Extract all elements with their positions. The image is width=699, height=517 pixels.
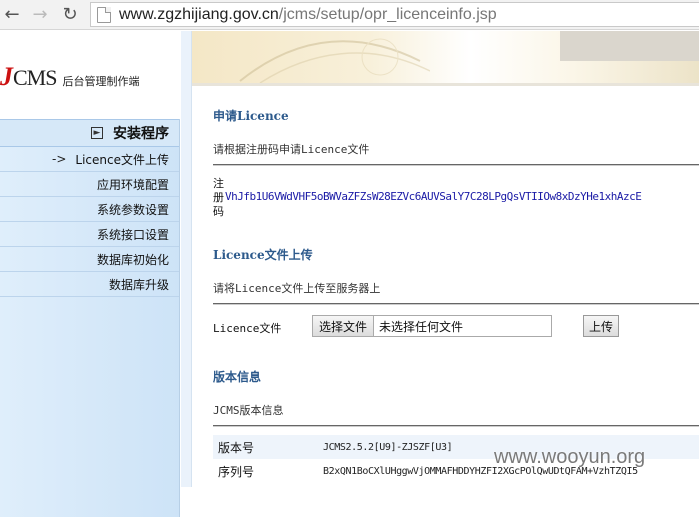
sidebar-separator xyxy=(181,31,192,487)
logo-cms: CMS xyxy=(13,65,57,90)
banner-swirl xyxy=(239,38,430,83)
apply-licence-desc: 请根据注册码申请Licence文件 xyxy=(213,143,370,156)
menu-item-label: 数据库初始化 xyxy=(96,252,169,267)
file-status: 未选择任何文件 xyxy=(379,319,464,334)
menu-heading[interactable]: ► 安装程序 xyxy=(0,119,179,147)
upload-desc: 请将Licence文件上传至服务器上 xyxy=(213,282,381,295)
forward-arrow-icon[interactable]: → xyxy=(28,2,52,26)
registration-code: VhJfb1U6VWdVHF5oBWVaZFZsW28EZVc6AUVSalY7… xyxy=(225,190,642,203)
menu-item-app-env[interactable]: 应用环境配置 xyxy=(0,172,179,197)
menu-item-label: 系统接口设置 xyxy=(96,227,169,242)
menu-item-label: Licence文件上传 xyxy=(75,152,169,167)
back-arrow-icon[interactable]: ← xyxy=(0,2,24,26)
banner-stripe xyxy=(560,31,699,61)
setup-menu: ► 安装程序 -> Licence文件上传 应用环境配置 系统参数设置 系统接口… xyxy=(0,119,180,517)
browser-toolbar: ← → ↻ www.zgzhijiang.gov.cn /jcms/setup/… xyxy=(0,0,699,30)
upload-title: Licence文件上传 xyxy=(213,248,313,262)
logo: J CMS 后台管理制作端 xyxy=(0,62,180,92)
licence-file-input[interactable]: 选择文件 未选择任何文件 xyxy=(312,315,552,337)
reg-code-label-3: 码 xyxy=(213,205,224,218)
choose-file-button[interactable]: 选择文件 xyxy=(313,316,375,336)
menu-item-system-params[interactable]: 系统参数设置 xyxy=(0,197,179,222)
version-key: 版本号 xyxy=(218,440,255,455)
serial-key: 序列号 xyxy=(218,464,255,479)
logo-j: J xyxy=(0,62,13,91)
menu-item-system-interface[interactable]: 系统接口设置 xyxy=(0,222,179,247)
menu-item-label: 系统参数设置 xyxy=(96,202,169,217)
menu-item-label: 数据库升级 xyxy=(108,277,169,292)
collapse-icon[interactable]: ► xyxy=(91,127,103,139)
version-desc: JCMS版本信息 xyxy=(213,404,284,417)
banner-divider xyxy=(192,83,699,86)
licence-file-label: Licence文件 xyxy=(213,322,282,335)
page-icon xyxy=(97,6,111,23)
menu-heading-label: 安装程序 xyxy=(113,126,169,142)
upload-button[interactable]: 上传 xyxy=(583,315,619,337)
divider xyxy=(213,425,699,427)
apply-licence-title: 申请Licence xyxy=(213,109,289,123)
logo-subtitle: 后台管理制作端 xyxy=(62,75,140,88)
menu-item-label: 应用环境配置 xyxy=(96,177,169,192)
divider xyxy=(213,303,699,305)
address-bar[interactable]: www.zgzhijiang.gov.cn /jcms/setup/opr_li… xyxy=(90,2,699,27)
url-host: www.zgzhijiang.gov.cn xyxy=(119,5,279,23)
url-path: /jcms/setup/opr_licenceinfo.jsp xyxy=(278,5,497,23)
watermark: www.wooyun.org xyxy=(494,446,646,468)
menu-item-licence-upload[interactable]: -> Licence文件上传 xyxy=(0,147,179,172)
active-arrow-icon: -> xyxy=(52,152,67,166)
reload-icon[interactable]: ↻ xyxy=(58,2,82,26)
version-title: 版本信息 xyxy=(213,370,262,384)
menu-item-db-upgrade[interactable]: 数据库升级 xyxy=(0,272,179,297)
menu-item-db-init[interactable]: 数据库初始化 xyxy=(0,247,179,272)
version-value: JCMS2.5.2[U9]-ZJSZF[U3] xyxy=(323,441,453,453)
divider xyxy=(213,164,699,166)
